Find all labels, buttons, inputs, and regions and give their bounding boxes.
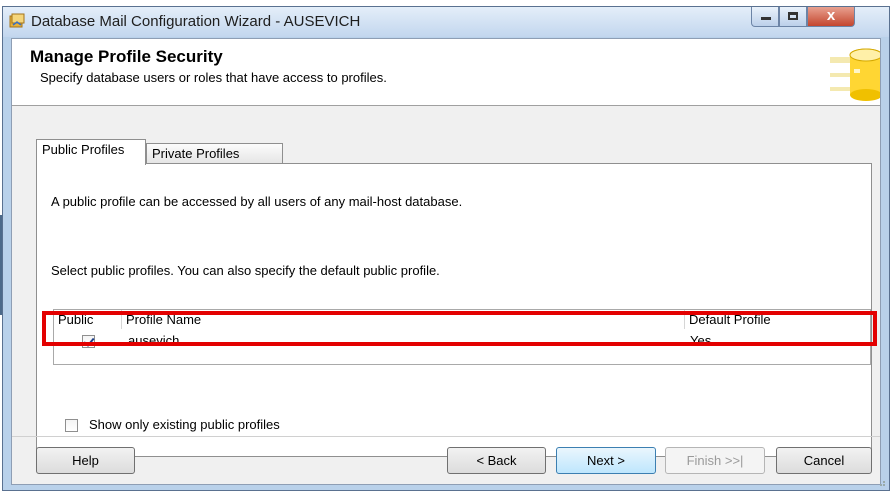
finish-button[interactable]: Finish >>| — [665, 447, 765, 474]
help-button[interactable]: Help — [36, 447, 135, 474]
column-header-profile-name[interactable]: Profile Name — [122, 310, 685, 329]
public-profiles-panel: A public profile can be accessed by all … — [36, 163, 872, 457]
maximize-button[interactable] — [779, 7, 807, 27]
page-title: Manage Profile Security — [30, 47, 223, 66]
title-bar[interactable]: Database Mail Configuration Wizard - AUS… — [3, 7, 889, 37]
tab-private-profiles[interactable]: Private Profiles — [146, 143, 283, 165]
resize-grip-icon[interactable] — [877, 478, 885, 486]
maximize-icon — [788, 12, 798, 20]
show-existing-label[interactable]: Show only existing public profiles — [89, 417, 280, 432]
tab-public-profiles[interactable]: Public Profiles — [36, 139, 146, 165]
window-title: Database Mail Configuration Wizard - AUS… — [31, 13, 361, 30]
public-checkbox[interactable] — [82, 335, 95, 348]
panel-instruction: Select public profiles. You can also spe… — [51, 263, 440, 278]
close-button[interactable]: x — [807, 7, 855, 27]
back-button[interactable]: < Back — [447, 447, 546, 474]
app-icon — [9, 13, 25, 28]
database-icon — [830, 48, 880, 101]
table-row[interactable]: ausevich Yes — [54, 329, 870, 353]
profile-name-cell: ausevich — [128, 333, 180, 348]
wizard-window: Database Mail Configuration Wizard - AUS… — [2, 6, 890, 491]
column-header-public[interactable]: Public — [54, 310, 122, 329]
next-button[interactable]: Next > — [556, 447, 656, 474]
cancel-button[interactable]: Cancel — [776, 447, 872, 474]
profiles-grid: Public Profile Name Default Profile ause… — [53, 309, 871, 365]
wizard-header: Manage Profile Security Specify database… — [12, 39, 880, 106]
default-profile-cell[interactable]: Yes — [690, 329, 711, 353]
minimize-button[interactable] — [751, 7, 779, 27]
close-icon: x — [826, 7, 836, 24]
wizard-client-area: Manage Profile Security Specify database… — [11, 38, 881, 485]
panel-description: A public profile can be accessed by all … — [51, 194, 463, 209]
show-existing-checkbox[interactable] — [65, 419, 78, 432]
column-header-default-profile[interactable]: Default Profile — [685, 310, 870, 329]
minimize-icon — [761, 17, 771, 20]
page-subtitle: Specify database users or roles that hav… — [40, 70, 387, 85]
button-bar-separator — [12, 436, 880, 437]
